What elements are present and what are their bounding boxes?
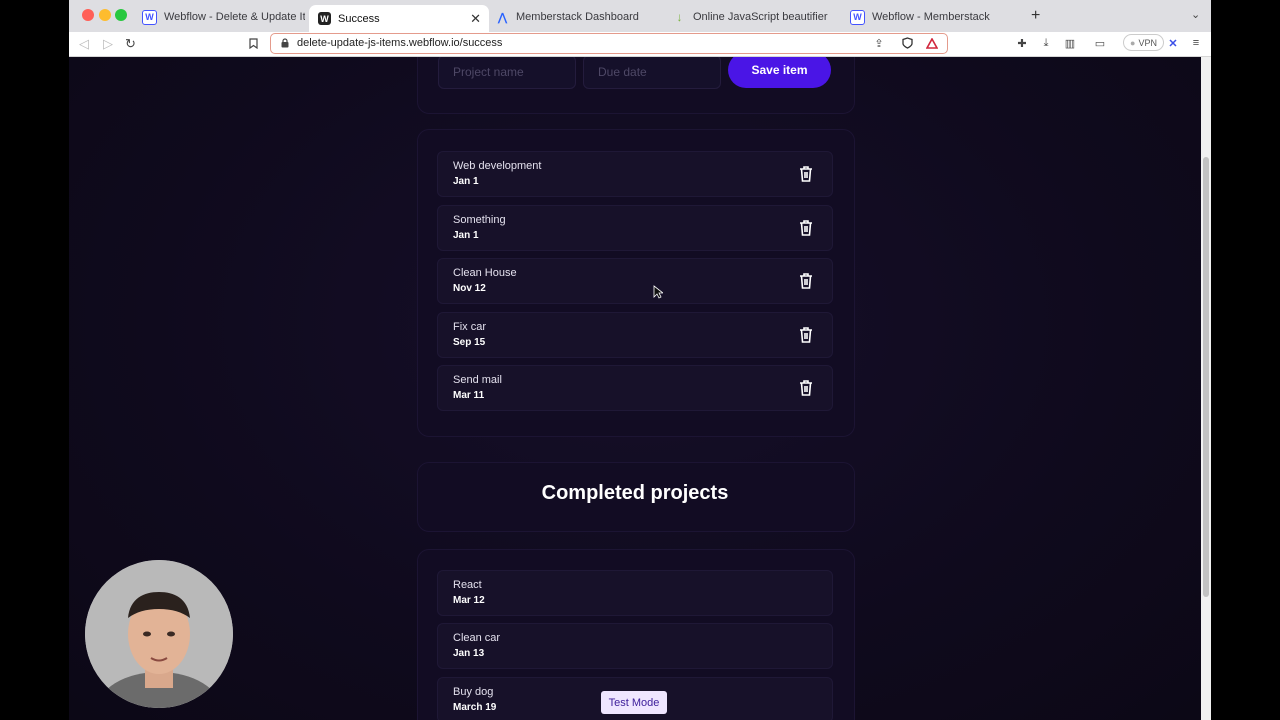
item-date: Jan 1 bbox=[453, 176, 479, 187]
trash-icon[interactable] bbox=[798, 219, 814, 237]
brave-shield-icon[interactable] bbox=[901, 37, 913, 49]
due-date-input[interactable]: Due date bbox=[583, 57, 721, 89]
url-text: delete-update-js-items.webflow.io/succes… bbox=[297, 37, 503, 49]
tab-title: Online JavaScript beautifier bbox=[693, 11, 828, 23]
tab-title: Memberstack Dashboard bbox=[516, 11, 639, 23]
list-item: Clean House Nov 12 bbox=[437, 258, 833, 304]
tab-webflow-delete-update[interactable]: W Webflow - Delete & Update Items bbox=[133, 4, 305, 30]
completed-projects-heading: Completed projects bbox=[541, 482, 729, 504]
item-date: Mar 12 bbox=[453, 595, 485, 606]
extensions-icon[interactable]: ✚ bbox=[1016, 37, 1028, 50]
trash-icon[interactable] bbox=[798, 326, 814, 344]
sidebar-icon[interactable]: ▥ bbox=[1064, 37, 1076, 50]
completed-list-item: React Mar 12 bbox=[437, 570, 833, 616]
chevron-down-icon[interactable]: ⌄ bbox=[1191, 8, 1200, 21]
item-date: Sep 15 bbox=[453, 337, 486, 348]
tab-title: Success bbox=[338, 12, 380, 25]
mouse-cursor-icon bbox=[653, 285, 663, 299]
save-item-button[interactable]: Save item bbox=[728, 57, 831, 88]
save-item-label: Save item bbox=[751, 63, 808, 77]
project-name-placeholder: Project name bbox=[453, 65, 524, 79]
share-icon[interactable]: ⇪ bbox=[873, 37, 885, 50]
item-name: React bbox=[453, 579, 482, 591]
add-item-form: Project name Due date Save item bbox=[417, 57, 855, 114]
item-name: Buy dog bbox=[453, 686, 494, 698]
brave-rewards-icon[interactable] bbox=[926, 37, 938, 49]
vpn-status-icon: ● bbox=[1130, 37, 1136, 48]
item-date: Jan 1 bbox=[453, 230, 479, 241]
item-name: Web development bbox=[453, 160, 542, 172]
window-close-button[interactable] bbox=[82, 9, 94, 21]
tab-webflow-memberstack[interactable]: W Webflow - Memberstack bbox=[841, 4, 1021, 30]
beautifier-icon: ↓ bbox=[676, 10, 683, 24]
profile-icon[interactable]: ✕ bbox=[1167, 37, 1179, 50]
presenter-avatar bbox=[85, 560, 233, 708]
window-maximize-button[interactable] bbox=[115, 9, 127, 21]
vpn-label: VPN bbox=[1138, 37, 1157, 48]
webflow-icon: W bbox=[318, 12, 331, 25]
page-content: Project name Due date Save item Web deve… bbox=[69, 57, 1201, 720]
download-icon[interactable]: ⤓ bbox=[1040, 37, 1052, 49]
address-bar[interactable]: delete-update-js-items.webflow.io/succes… bbox=[270, 33, 948, 54]
list-item: Fix car Sep 15 bbox=[437, 312, 833, 358]
page-scrollbar[interactable] bbox=[1201, 57, 1211, 720]
test-mode-label: Test Mode bbox=[608, 696, 660, 709]
forward-icon[interactable]: ▷ bbox=[103, 36, 113, 52]
close-tab-icon[interactable]: ✕ bbox=[470, 11, 481, 27]
browser-toolbar: ◁ ▷ ↻ delete-update-js-items.webflow.io/… bbox=[69, 32, 1211, 57]
item-date: Jan 13 bbox=[453, 648, 485, 659]
menu-icon[interactable]: ≡ bbox=[1190, 37, 1202, 49]
item-name: Fix car bbox=[453, 321, 486, 333]
trash-icon[interactable] bbox=[798, 379, 814, 397]
tab-title: Webflow - Delete & Update Items bbox=[164, 11, 305, 23]
webcam-overlay bbox=[85, 560, 233, 708]
trash-icon[interactable] bbox=[798, 272, 814, 290]
list-item: Something Jan 1 bbox=[437, 205, 833, 251]
item-name: Clean car bbox=[453, 632, 501, 644]
webflow-icon: W bbox=[142, 9, 157, 25]
tab-success[interactable]: W Success ✕ bbox=[309, 5, 489, 32]
project-name-input[interactable]: Project name bbox=[438, 57, 576, 89]
item-date: March 19 bbox=[453, 702, 497, 713]
due-date-placeholder: Due date bbox=[598, 65, 647, 79]
back-icon[interactable]: ◁ bbox=[79, 36, 89, 52]
tab-memberstack-dashboard[interactable]: ⋀ Memberstack Dashboard bbox=[487, 4, 659, 30]
list-item: Send mail Mar 11 bbox=[437, 365, 833, 411]
item-date: Mar 11 bbox=[453, 390, 485, 401]
lock-icon bbox=[279, 37, 291, 49]
item-name: Something bbox=[453, 214, 506, 226]
reload-icon[interactable]: ↻ bbox=[125, 36, 136, 52]
vpn-button[interactable]: ● VPN bbox=[1123, 34, 1164, 51]
memberstack-icon: ⋀ bbox=[497, 11, 508, 24]
browser-window: W Webflow - Delete & Update Items W Succ… bbox=[69, 0, 1211, 720]
window-minimize-button[interactable] bbox=[99, 9, 111, 21]
tab-js-beautifier[interactable]: ↓ Online JavaScript beautifier bbox=[664, 4, 836, 30]
scrollbar-thumb[interactable] bbox=[1203, 157, 1209, 597]
new-tab-icon[interactable]: + bbox=[1031, 7, 1040, 25]
trash-icon[interactable] bbox=[798, 165, 814, 183]
bookmark-icon[interactable] bbox=[247, 37, 259, 49]
item-date: Nov 12 bbox=[453, 283, 486, 294]
list-item: Web development Jan 1 bbox=[437, 151, 833, 197]
item-name: Clean House bbox=[453, 267, 517, 279]
tab-bar: W Webflow - Delete & Update Items W Succ… bbox=[69, 0, 1211, 32]
completed-list-item: Clean car Jan 13 bbox=[437, 623, 833, 669]
webflow-icon: W bbox=[850, 9, 865, 25]
wallet-icon[interactable]: ▭ bbox=[1094, 37, 1106, 50]
item-name: Send mail bbox=[453, 374, 502, 386]
test-mode-badge[interactable]: Test Mode bbox=[601, 691, 667, 714]
tab-title: Webflow - Memberstack bbox=[872, 11, 990, 23]
